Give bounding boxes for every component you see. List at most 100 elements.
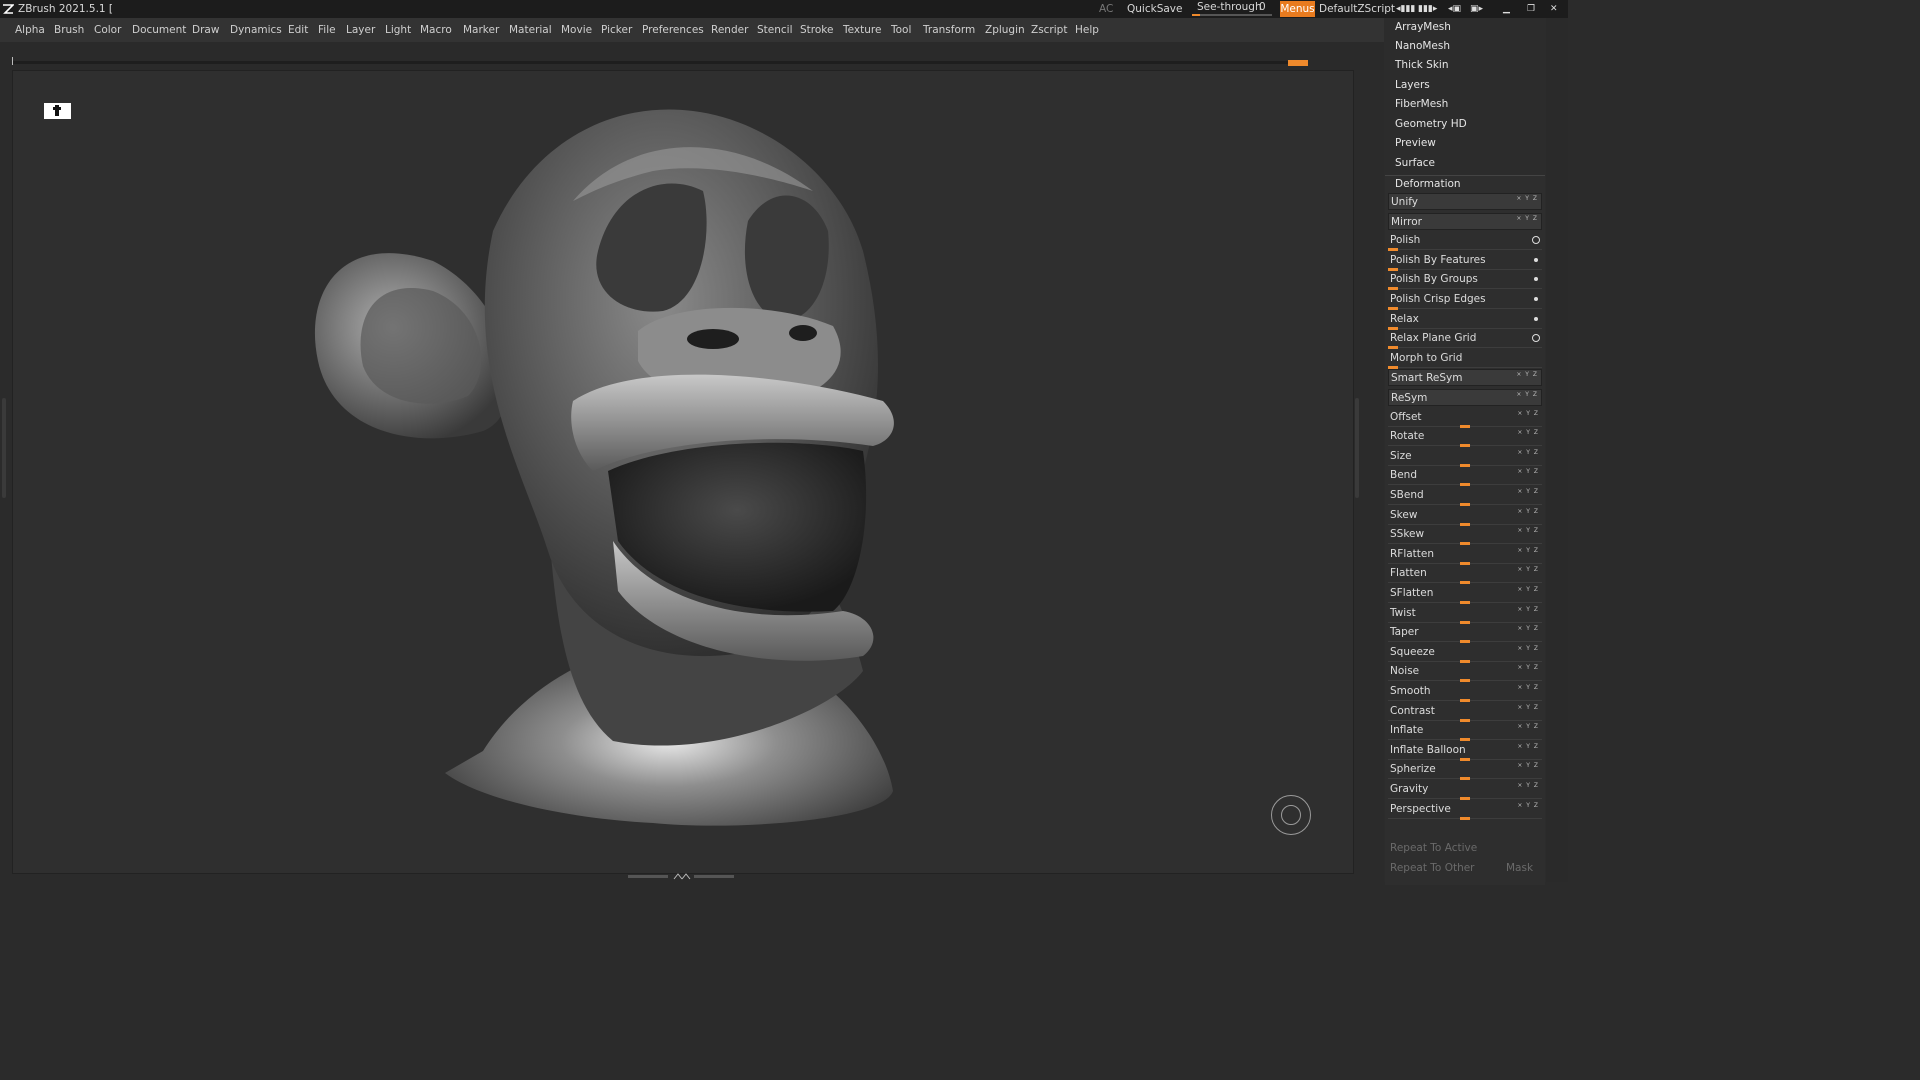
deformation-sskew-slider[interactable]: SSkew × Y Z xyxy=(1388,526,1542,546)
maximize-icon[interactable]: ❐ xyxy=(1527,3,1535,15)
deformation-offset-slider[interactable]: Offset × Y Z xyxy=(1388,409,1542,428)
slider-knob[interactable] xyxy=(1460,659,1470,663)
slider-knob[interactable] xyxy=(1388,267,1398,271)
slider-knob[interactable] xyxy=(1388,307,1398,310)
subpalette-preview[interactable]: Preview xyxy=(1395,134,1436,153)
slider-track[interactable] xyxy=(1388,347,1542,349)
slider-knob[interactable] xyxy=(1460,503,1470,506)
close-icon[interactable]: ✕ xyxy=(1550,3,1558,15)
axis-flags-icon[interactable]: × Y Z xyxy=(1517,624,1539,633)
axis-flags-icon[interactable]: × Y Z xyxy=(1517,428,1539,437)
menu-tool[interactable]: Tool xyxy=(891,18,911,42)
circle-indicator-icon[interactable] xyxy=(1532,236,1540,245)
axis-flags-icon[interactable]: × Y Z xyxy=(1516,214,1538,223)
subpalette-arraymesh[interactable]: ArrayMesh xyxy=(1395,18,1451,37)
deformation-flatten-slider[interactable]: Flatten × Y Z xyxy=(1388,565,1542,585)
right-tray-handle[interactable] xyxy=(1355,398,1359,498)
mask-button[interactable]: Mask xyxy=(1506,860,1533,877)
axis-flags-icon[interactable]: × Y Z xyxy=(1517,644,1539,653)
menu-material[interactable]: Material xyxy=(509,18,552,42)
axis-flags-icon[interactable]: × Y Z xyxy=(1517,409,1539,418)
default-zscript-button[interactable]: DefaultZScript xyxy=(1319,0,1395,18)
subpalette-geometry-hd[interactable]: Geometry HD xyxy=(1395,115,1467,134)
layout-icon-2[interactable]: ▣▸ xyxy=(1470,3,1483,15)
axis-flags-icon[interactable]: × Y Z xyxy=(1516,194,1538,203)
deformation-size-slider[interactable]: Size × Y Z xyxy=(1388,448,1542,467)
bottom-tray-handle[interactable] xyxy=(628,873,736,880)
deformation-bend-slider[interactable]: Bend × Y Z xyxy=(1388,467,1542,487)
deformation-twist-slider[interactable]: Twist × Y Z xyxy=(1388,605,1542,624)
see-through-slider[interactable] xyxy=(1192,14,1272,16)
layout-next-icon[interactable]: ▮▮▮▸ xyxy=(1418,3,1437,15)
deformation-unify-button[interactable]: Unify × Y Z xyxy=(1388,193,1542,210)
axis-flags-icon[interactable]: × Y Z xyxy=(1517,703,1539,712)
deformation-taper-slider[interactable]: Taper × Y Z xyxy=(1388,624,1542,644)
slider-knob[interactable] xyxy=(1388,326,1398,330)
subpalette-surface[interactable]: Surface xyxy=(1395,154,1435,173)
slider-knob[interactable] xyxy=(1388,346,1398,350)
axis-flags-icon[interactable]: × Y Z xyxy=(1517,722,1539,731)
slider-knob[interactable] xyxy=(1460,601,1470,604)
deformation-sflatten-slider[interactable]: SFlatten × Y Z xyxy=(1388,585,1542,604)
deformation-noise-slider[interactable]: Noise × Y Z xyxy=(1388,663,1542,683)
menu-render[interactable]: Render xyxy=(711,18,748,42)
axis-flags-icon[interactable]: × Y Z xyxy=(1517,683,1539,692)
slider-knob[interactable] xyxy=(1460,797,1470,800)
axis-flags-icon[interactable]: × Y Z xyxy=(1517,448,1539,457)
deformation-rflatten-slider[interactable]: RFlatten × Y Z xyxy=(1388,546,1542,565)
menu-light[interactable]: Light xyxy=(385,18,411,42)
slider-knob[interactable] xyxy=(1460,718,1470,722)
slider-knob[interactable] xyxy=(1388,287,1398,291)
slider-knob[interactable] xyxy=(1460,757,1470,761)
axis-flags-icon[interactable]: × Y Z xyxy=(1516,390,1538,399)
menu-stencil[interactable]: Stencil xyxy=(757,18,793,42)
axis-flags-icon[interactable]: × Y Z xyxy=(1517,507,1539,516)
deformation-smart-resym-button[interactable]: Smart ReSym × Y Z xyxy=(1388,369,1542,387)
subpalette-thick-skin[interactable]: Thick Skin xyxy=(1395,56,1449,75)
subpalette-layers[interactable]: Layers xyxy=(1395,76,1430,95)
slider-knob[interactable] xyxy=(1388,365,1398,369)
axis-flags-icon[interactable]: × Y Z xyxy=(1517,546,1539,555)
deformation-title[interactable]: Deformation xyxy=(1395,176,1461,192)
axis-flags-icon[interactable]: × Y Z xyxy=(1517,585,1539,594)
axis-flags-icon[interactable]: × Y Z xyxy=(1517,801,1539,810)
layout-prev-icon[interactable]: ◂▮▮▮ xyxy=(1396,3,1415,15)
axis-flags-icon[interactable]: × Y Z xyxy=(1517,565,1539,574)
deformation-polish-by-groups-slider[interactable]: Polish By Groups xyxy=(1388,271,1542,291)
timeline-handle[interactable] xyxy=(1288,60,1308,66)
menu-alpha[interactable]: Alpha xyxy=(15,18,45,42)
repeat-to-active-button[interactable]: Repeat To Active xyxy=(1388,840,1542,857)
slider-track[interactable] xyxy=(1388,366,1542,368)
deformation-squeeze-slider[interactable]: Squeeze × Y Z xyxy=(1388,644,1542,663)
deformation-skew-slider[interactable]: Skew × Y Z xyxy=(1388,507,1542,526)
subpalette-fibermesh[interactable]: FiberMesh xyxy=(1395,95,1448,114)
menu-stroke[interactable]: Stroke xyxy=(800,18,833,42)
menu-brush[interactable]: Brush xyxy=(54,18,84,42)
navigation-gizmo[interactable] xyxy=(1271,795,1311,835)
menus-toggle-button[interactable]: Menus xyxy=(1280,1,1315,17)
layout-icon-1[interactable]: ◂▣ xyxy=(1448,3,1461,15)
deformation-relax-slider[interactable]: Relax xyxy=(1388,311,1542,330)
menu-zscript[interactable]: Zscript xyxy=(1031,18,1067,42)
slider-knob[interactable] xyxy=(1460,679,1470,683)
deformation-polish-crisp-edges-slider[interactable]: Polish Crisp Edges xyxy=(1388,291,1542,310)
slider-track[interactable] xyxy=(1388,288,1542,290)
document-canvas[interactable] xyxy=(12,70,1354,874)
deformation-sbend-slider[interactable]: SBend × Y Z xyxy=(1388,487,1542,506)
slider-knob[interactable] xyxy=(1460,738,1470,742)
dot-indicator-icon[interactable] xyxy=(1534,316,1538,321)
slider-knob[interactable] xyxy=(1460,542,1470,546)
slider-knob[interactable] xyxy=(1460,620,1470,624)
menu-marker[interactable]: Marker xyxy=(463,18,499,42)
dot-indicator-icon[interactable] xyxy=(1534,257,1538,262)
slider-track[interactable] xyxy=(1388,308,1542,309)
axis-flags-icon[interactable]: × Y Z xyxy=(1517,742,1539,751)
menu-help[interactable]: Help xyxy=(1075,18,1099,42)
dot-indicator-icon[interactable] xyxy=(1534,297,1538,301)
menu-picker[interactable]: Picker xyxy=(601,18,632,42)
axis-flags-icon[interactable]: × Y Z xyxy=(1516,370,1538,379)
deformation-gravity-slider[interactable]: Gravity × Y Z xyxy=(1388,781,1542,800)
slider-knob[interactable] xyxy=(1460,581,1470,585)
menu-file[interactable]: File xyxy=(318,18,336,42)
left-tray-handle[interactable] xyxy=(2,398,6,498)
